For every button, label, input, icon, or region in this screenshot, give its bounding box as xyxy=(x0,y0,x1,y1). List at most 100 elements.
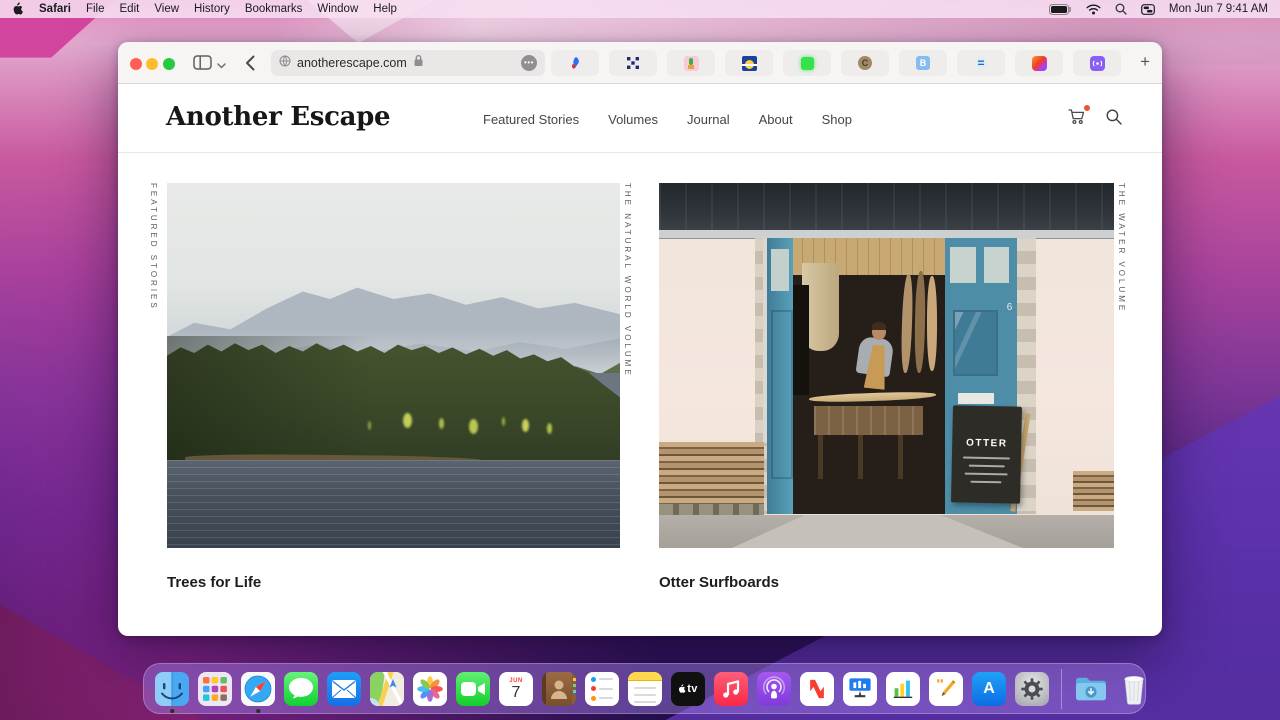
news-icon xyxy=(800,672,834,706)
art-surfboard xyxy=(927,276,937,371)
card-title-trees-for-life[interactable]: Trees for Life xyxy=(167,574,261,591)
dock-app-tv[interactable]: tv xyxy=(671,672,705,706)
cart-badge xyxy=(1084,105,1090,111)
dock-app-music[interactable] xyxy=(714,672,748,706)
dock-app-system-preferences[interactable] xyxy=(1015,672,1049,706)
cart-button[interactable] xyxy=(1068,108,1087,130)
dock-app-notes[interactable] xyxy=(628,672,662,706)
dock-app-facetime[interactable] xyxy=(456,672,490,706)
dock-app-podcasts[interactable] xyxy=(757,672,791,706)
menu-item-help[interactable]: Help xyxy=(373,3,397,15)
maps-icon xyxy=(370,672,404,706)
dock-app-mail[interactable] xyxy=(327,672,361,706)
apple-menu-icon[interactable] xyxy=(12,2,24,16)
dock-app-keynote[interactable] xyxy=(843,672,877,706)
menu-item-safari[interactable]: Safari xyxy=(39,3,71,15)
site-logo[interactable]: Another Escape xyxy=(166,102,390,132)
mail-icon xyxy=(327,672,361,706)
menu-bar-clock[interactable]: Mon Jun 7 9:41 AM xyxy=(1169,3,1268,15)
card-title-otter-surfboards[interactable]: Otter Surfboards xyxy=(659,574,779,591)
lock-icon xyxy=(413,54,424,72)
audio-wave-favicon-icon xyxy=(1090,56,1105,71)
back-button[interactable] xyxy=(245,55,255,76)
pinned-tab-audio-wave[interactable] xyxy=(1073,50,1121,76)
menu-item-edit[interactable]: Edit xyxy=(120,3,140,15)
dock-app-maps[interactable] xyxy=(370,672,404,706)
dock-app-messages[interactable] xyxy=(284,672,318,706)
dock-app-safari[interactable] xyxy=(241,672,275,706)
webpage-content: Another Escape Featured Stories Volumes … xyxy=(118,84,1162,636)
sidebar-chevron-down-icon[interactable] xyxy=(217,56,226,74)
nav-featured-stories[interactable]: Featured Stories xyxy=(483,112,579,127)
dock-app-contacts[interactable] xyxy=(542,672,576,706)
art-door-window xyxy=(953,310,998,376)
wifi-icon[interactable] xyxy=(1086,4,1101,15)
dock-app-app-store[interactable]: A xyxy=(972,672,1006,706)
new-tab-button[interactable]: + xyxy=(1140,53,1150,70)
dock-app-calendar[interactable]: JUN 7 xyxy=(499,672,533,706)
tv-label: tv xyxy=(687,683,697,695)
spotlight-search-icon[interactable] xyxy=(1115,3,1127,15)
zoom-window-button[interactable] xyxy=(163,58,175,70)
pinned-tab-checker-dots[interactable] xyxy=(609,50,657,76)
nav-journal[interactable]: Journal xyxy=(687,112,730,127)
downloads-folder-icon xyxy=(1074,672,1108,706)
pinned-tab-brush-logo[interactable] xyxy=(551,50,599,76)
notes-icon xyxy=(628,672,662,706)
featured-image-trees-for-life[interactable] xyxy=(167,183,620,548)
podcasts-icon xyxy=(757,672,791,706)
dock-app-photos[interactable] xyxy=(413,672,447,706)
notes-header xyxy=(628,672,662,681)
trash-icon xyxy=(1117,672,1151,706)
pages-icon xyxy=(929,672,963,706)
pinned-tab-gradient-swatch[interactable] xyxy=(1015,50,1063,76)
control-center-icon[interactable] xyxy=(1141,4,1155,15)
dock-app-launchpad[interactable] xyxy=(198,672,232,706)
nav-about[interactable]: About xyxy=(759,112,793,127)
checker-dots-favicon-icon xyxy=(625,55,641,71)
menu-item-bookmarks[interactable]: Bookmarks xyxy=(245,3,303,15)
art-plank-stack-left xyxy=(659,442,764,504)
menu-item-file[interactable]: File xyxy=(86,3,105,15)
dock-app-finder[interactable] xyxy=(155,672,189,706)
privacy-globe-icon xyxy=(279,54,291,72)
pinned-tab-letter-b[interactable]: B xyxy=(899,50,947,76)
dock-app-numbers[interactable] xyxy=(886,672,920,706)
nav-shop[interactable]: Shop xyxy=(822,112,852,127)
address-bar[interactable]: anotherescape.com ••• xyxy=(271,50,545,76)
calendar-day: 7 xyxy=(512,684,521,702)
pinned-tab-sun-window[interactable] xyxy=(725,50,773,76)
art-roof xyxy=(659,183,1114,230)
calendar-icon: JUN 7 xyxy=(499,672,533,706)
dock-app-pages[interactable] xyxy=(929,672,963,706)
photos-icon xyxy=(413,672,447,706)
pinned-tab-equals[interactable]: = xyxy=(957,50,1005,76)
letter-b-favicon-icon: B xyxy=(916,56,930,70)
close-window-button[interactable] xyxy=(130,58,142,70)
menu-item-view[interactable]: View xyxy=(154,3,179,15)
menu-item-history[interactable]: History xyxy=(194,3,230,15)
art-plank-stack-right xyxy=(1073,471,1114,511)
dock-app-news[interactable] xyxy=(800,672,834,706)
battery-icon[interactable] xyxy=(1049,4,1072,15)
page-settings-ellipsis-icon[interactable]: ••• xyxy=(521,55,537,71)
pinned-tabs-strip: C B = xyxy=(551,50,1121,76)
pinned-tab-cactus[interactable] xyxy=(667,50,715,76)
site-header: Another Escape Featured Stories Volumes … xyxy=(118,84,1162,152)
minimize-window-button[interactable] xyxy=(146,58,158,70)
gradient-swatch-favicon-icon xyxy=(1032,56,1047,71)
sidebar-toggle-icon[interactable] xyxy=(193,55,212,75)
sun-window-favicon-icon xyxy=(742,56,757,71)
nav-volumes[interactable]: Volumes xyxy=(608,112,658,127)
site-search-icon[interactable] xyxy=(1106,109,1122,130)
featured-image-otter-surfboards[interactable]: 6 OTTER xyxy=(659,183,1114,548)
pinned-tab-green-swatch[interactable] xyxy=(783,50,831,76)
tv-icon: tv xyxy=(671,672,705,706)
menu-item-window[interactable]: Window xyxy=(317,3,358,15)
dock-folder-downloads[interactable] xyxy=(1074,672,1108,706)
music-icon xyxy=(714,672,748,706)
dock-app-reminders[interactable] xyxy=(585,672,619,706)
art-craftsman-hair xyxy=(872,322,887,330)
dock-trash[interactable] xyxy=(1117,672,1151,706)
pinned-tab-coin[interactable]: C xyxy=(841,50,889,76)
